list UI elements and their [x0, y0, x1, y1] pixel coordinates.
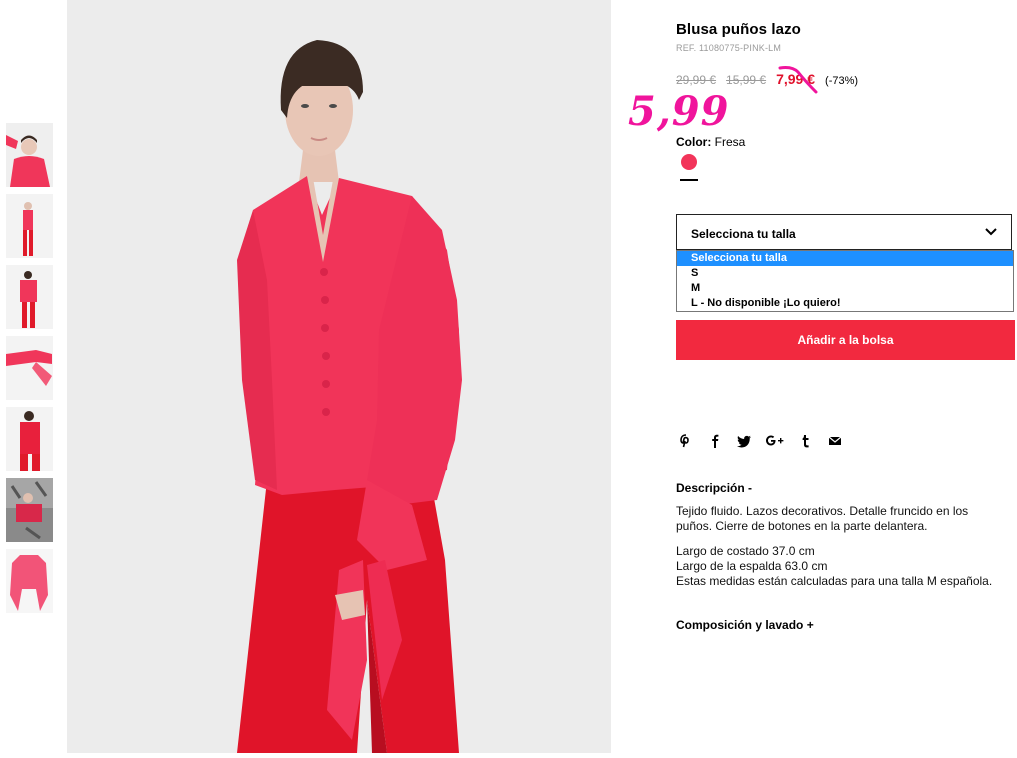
google-plus-icon[interactable] [765, 433, 785, 449]
twitter-icon[interactable] [736, 433, 752, 449]
thumbnail-4[interactable] [6, 336, 53, 400]
thumbnail-6[interactable] [6, 478, 53, 542]
size-option-m[interactable]: M [677, 281, 1013, 296]
price-strike-scribble [778, 66, 818, 94]
email-icon[interactable] [827, 433, 843, 449]
measure-note: Estas medidas están calculadas para una … [676, 574, 993, 588]
share-icons [678, 433, 843, 449]
selected-swatch-indicator [680, 179, 698, 181]
product-title: Blusa puños lazo [676, 21, 801, 38]
measure-side-length: Largo de costado 37.0 cm [676, 544, 815, 558]
color-swatch-fresa[interactable] [681, 154, 697, 170]
size-option[interactable]: Selecciona tu talla [677, 251, 1013, 266]
composition-toggle[interactable]: Composición y lavado + [676, 618, 814, 632]
color-label: Color: [676, 135, 712, 149]
thumbnail-2[interactable] [6, 194, 53, 258]
size-select-value: Selecciona tu talla [691, 227, 796, 241]
thumbnail-3[interactable] [6, 265, 53, 329]
measure-back-length: Largo de la espalda 63.0 cm [676, 559, 828, 573]
pinterest-icon[interactable] [678, 433, 694, 449]
description-body: Tejido fluido. Lazos decorativos. Detall… [676, 504, 1006, 589]
previous-price: 15,99 € [726, 73, 767, 87]
size-select[interactable]: Selecciona tu talla [676, 214, 1012, 250]
size-option-l[interactable]: L - No disponible ¡Lo quiero! [677, 296, 1013, 311]
add-to-bag-button[interactable]: Añadir a la bolsa [676, 320, 1015, 360]
product-reference: REF. 11080775-PINK-LM [676, 43, 782, 53]
thumbnail-5[interactable] [6, 407, 53, 471]
facebook-icon[interactable] [707, 433, 723, 449]
thumbnail-strip [6, 123, 54, 620]
thumbnail-1[interactable] [6, 123, 53, 187]
discount-badge: (-73%) [825, 75, 859, 87]
description-text: Tejido fluido. Lazos decorativos. Detall… [676, 504, 969, 533]
handwritten-price-annotation: 5,99 [628, 88, 730, 135]
size-option-s[interactable]: S [677, 266, 1013, 281]
color-label-row: Color: Fresa [676, 135, 745, 149]
original-price: 29,99 € [676, 73, 717, 87]
color-value: Fresa [714, 135, 746, 149]
tumblr-icon[interactable] [798, 433, 814, 449]
main-product-image [67, 0, 611, 753]
price-row: 29,99 €15,99 €7,99 € (-73%) [676, 71, 858, 87]
size-dropdown-list: Selecciona tu talla S M L - No disponibl… [676, 250, 1014, 312]
chevron-down-icon [985, 228, 997, 236]
description-toggle[interactable]: Descripción - [676, 481, 752, 495]
thumbnail-7[interactable] [6, 549, 53, 613]
